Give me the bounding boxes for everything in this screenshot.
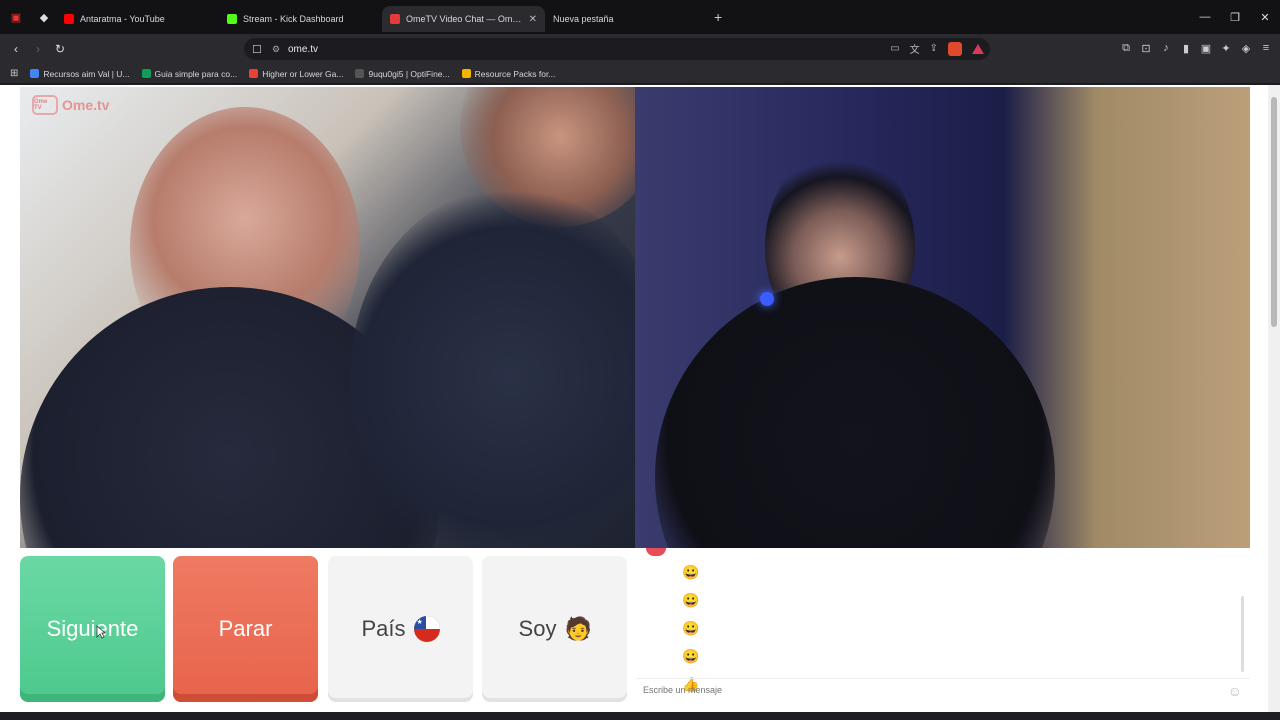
self-person-body bbox=[655, 277, 1055, 548]
share-icon[interactable]: ⇪ bbox=[930, 43, 938, 54]
self-video bbox=[635, 87, 1250, 548]
tab-label: Stream - Kick Dashboard bbox=[243, 14, 344, 24]
brave-rewards-icon[interactable] bbox=[972, 43, 984, 54]
next-button-label: Siguiente bbox=[46, 616, 139, 641]
tab-new[interactable]: Nueva pestaña bbox=[545, 6, 708, 32]
media-icon[interactable]: ♪ bbox=[1160, 42, 1172, 55]
sheets-icon bbox=[141, 69, 151, 78]
vertical-tabs-icon[interactable]: ◆ bbox=[32, 5, 56, 29]
site-info-icon[interactable]: ⚙ bbox=[272, 44, 288, 55]
ometv-logo-text: Ome.tv bbox=[62, 97, 110, 113]
forward-icon[interactable]: › bbox=[28, 42, 48, 56]
window-controls: — ❐ ✕ bbox=[1190, 0, 1280, 34]
next-button[interactable]: Siguiente bbox=[20, 556, 165, 702]
country-button[interactable]: País ★ bbox=[328, 556, 473, 702]
game-icon bbox=[249, 69, 259, 78]
bookmark-label: Higher or Lower Ga... bbox=[262, 68, 344, 79]
new-tab-icon[interactable]: + bbox=[714, 9, 722, 25]
optifine-icon bbox=[355, 69, 365, 78]
stranger-body-2 bbox=[350, 187, 635, 548]
cast-icon[interactable]: ▭ bbox=[890, 43, 899, 54]
gender-button[interactable]: Soy 🧑 bbox=[482, 556, 627, 702]
brave-shield-icon[interactable] bbox=[948, 41, 962, 56]
menu-icon[interactable]: ≡ bbox=[1260, 42, 1272, 55]
browser-tab-bar: ▣ ◆ Antaratma - YouTube Stream - Kick Da… bbox=[0, 0, 1280, 34]
leo-icon[interactable]: ✦ bbox=[1220, 42, 1232, 55]
docs-icon bbox=[30, 69, 40, 78]
folder-icon bbox=[461, 69, 471, 78]
bookmark-item[interactable]: Guia simple para co... bbox=[141, 68, 238, 79]
emoji-picker-icon[interactable]: ☺ bbox=[1228, 683, 1242, 699]
ometv-page: Ome TV Ome.tv Siguiente Parar País ★ Soy… bbox=[0, 85, 1280, 712]
chile-flag-icon: ★ bbox=[413, 616, 440, 642]
chat-message: 😀 bbox=[682, 592, 700, 608]
bookmark-label: Guia simple para co... bbox=[154, 68, 238, 79]
stop-button[interactable]: Parar bbox=[173, 556, 318, 702]
browser-toolbar: ‹ › ↻ ☐ ⚙ ome.tv ▭ 文 ⇪ ⧉ ⊡ ♪ ▮ ▣ ✦ ◈ ≡ bbox=[0, 34, 1280, 64]
bookmark-item[interactable]: Higher or Lower Ga... bbox=[249, 69, 343, 79]
bookmark-item[interactable]: Resource Packs for... bbox=[461, 68, 556, 79]
sidebar-icon[interactable]: ▮ bbox=[1180, 42, 1192, 55]
bookmark-item[interactable]: Recursos aim Val | U... bbox=[30, 68, 130, 79]
translate-icon[interactable]: 文 bbox=[910, 41, 920, 56]
page-scrollbar[interactable] bbox=[1268, 85, 1280, 712]
ometv-logo: Ome TV Ome.tv bbox=[32, 95, 109, 115]
wallet-icon[interactable]: ▣ bbox=[1200, 42, 1212, 55]
chat-input-bar: ☺ bbox=[636, 678, 1250, 700]
tab-kick[interactable]: Stream - Kick Dashboard bbox=[219, 6, 382, 32]
bookmark-icon[interactable]: ☐ bbox=[252, 43, 272, 56]
chat-message: 😀 bbox=[682, 648, 700, 664]
address-bar[interactable]: ☐ ⚙ ome.tv ▭ 文 ⇪ bbox=[244, 38, 990, 60]
reload-icon[interactable]: ↻ bbox=[50, 42, 70, 56]
country-button-label: País bbox=[361, 616, 406, 641]
restore-icon[interactable]: ❐ bbox=[1220, 11, 1250, 24]
youtube-icon bbox=[64, 14, 74, 24]
bookmark-label: Resource Packs for... bbox=[474, 68, 556, 79]
bookmarks-bar: ⊞ Recursos aim Val | U... Guia simple pa… bbox=[0, 64, 1280, 84]
bookmark-label: 9uqu0gi5 | OptiFine... bbox=[368, 68, 450, 79]
vpn-icon[interactable]: ◈ bbox=[1240, 42, 1252, 55]
screenshot-icon[interactable]: ⊡ bbox=[1140, 42, 1152, 55]
ometv-icon bbox=[390, 14, 400, 24]
window-bottom-edge bbox=[0, 712, 1280, 720]
close-window-icon[interactable]: ✕ bbox=[1250, 11, 1280, 24]
ometv-camera-icon: Ome TV bbox=[32, 95, 58, 115]
stranger-avatar-dot bbox=[646, 548, 666, 556]
close-tab-icon[interactable]: ✕ bbox=[529, 14, 537, 25]
tab-label: Nueva pestaña bbox=[553, 14, 614, 24]
page-scrollbar-thumb[interactable] bbox=[1271, 97, 1277, 327]
extensions-icon[interactable]: ⧉ bbox=[1120, 42, 1132, 55]
bookmark-label: Recursos aim Val | U... bbox=[43, 68, 130, 79]
headphones-icon bbox=[760, 292, 774, 306]
apps-icon[interactable]: ⊞ bbox=[10, 68, 18, 79]
boy-face-icon: 🧑 bbox=[564, 616, 592, 641]
tab-ometv[interactable]: OmeTV Video Chat — Omegl ✕ bbox=[382, 6, 545, 32]
stop-button-label: Parar bbox=[218, 616, 273, 641]
mouse-cursor-icon bbox=[96, 625, 106, 639]
chat-scrollbar[interactable] bbox=[1241, 596, 1244, 672]
back-icon[interactable]: ‹ bbox=[6, 42, 26, 56]
gender-button-label: Soy bbox=[518, 616, 557, 641]
chat-message: 😀 bbox=[682, 620, 700, 636]
stranger-video: Ome TV Ome.tv bbox=[20, 87, 635, 548]
tab-youtube[interactable]: Antaratma - YouTube bbox=[56, 6, 219, 32]
extensions-area: ⧉ ⊡ ♪ ▮ ▣ ✦ ◈ ≡ bbox=[1120, 42, 1272, 55]
chat-message: 😀 bbox=[682, 564, 700, 580]
minimize-icon[interactable]: — bbox=[1190, 11, 1220, 23]
address-url[interactable]: ome.tv bbox=[288, 44, 318, 55]
brave-menu-icon[interactable]: ▣ bbox=[4, 5, 28, 29]
tab-label: OmeTV Video Chat — Omegl bbox=[406, 14, 523, 24]
kick-icon bbox=[227, 14, 237, 24]
chat-message-input[interactable] bbox=[643, 684, 1203, 695]
bookmark-item[interactable]: 9uqu0gi5 | OptiFine... bbox=[355, 68, 450, 79]
tab-label: Antaratma - YouTube bbox=[80, 14, 165, 24]
